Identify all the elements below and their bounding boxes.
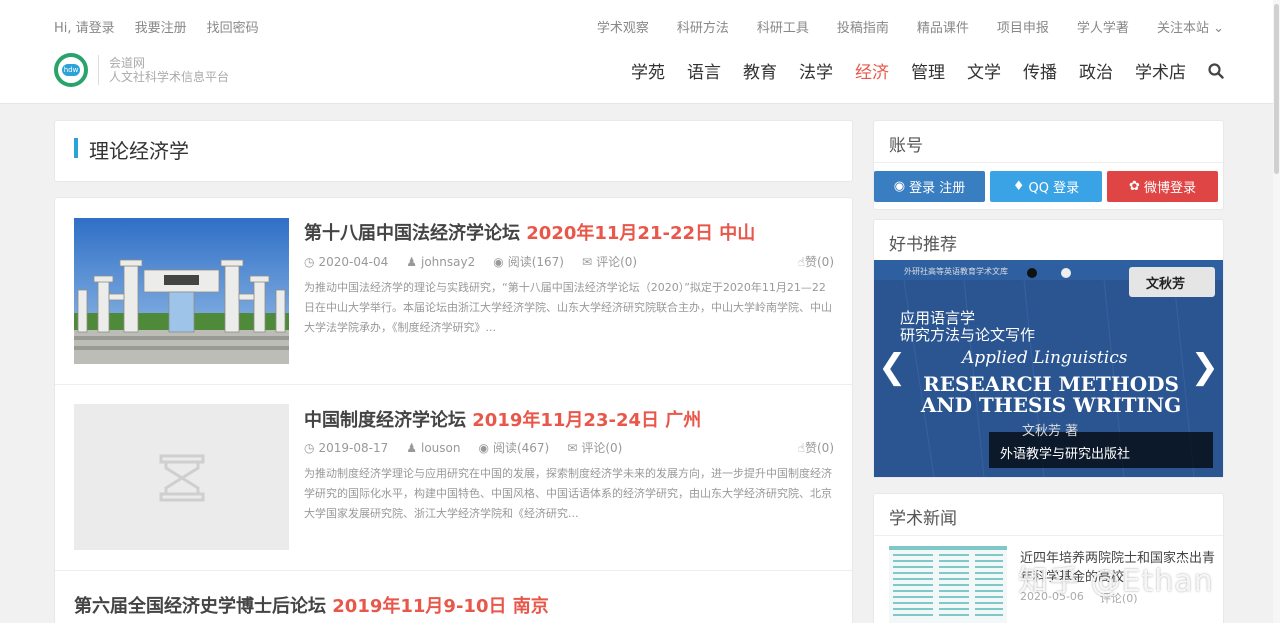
thumbs-up-icon: ☝ [797, 255, 805, 269]
follow-dropdown[interactable]: 关注本站 ⌄ [1157, 17, 1224, 36]
weibo-icon: ✿ [1129, 179, 1140, 194]
scrollbar-thumb[interactable] [1274, 4, 1279, 174]
post-comments: 评论(0) [581, 441, 623, 455]
book-cover-en-title: RESEARCH METHODS AND THESIS WRITING [920, 372, 1182, 417]
login-register-button[interactable]: ◉ 登录 注册 [874, 171, 985, 202]
like-button[interactable]: ☝赞(0) [798, 439, 834, 456]
post-date: 2019-08-17 [318, 440, 389, 455]
book-recommend-panel: 好书推荐 外研社高等英语教育学术文库 文秋芳 应用语言学 研究方法与论文写作 A… [873, 219, 1224, 478]
post-author: johnsay2 [421, 254, 476, 269]
post-excerpt: 为推动中国法经济学的理论与实践研究，“第十八届中国法经济学论坛（2020）”拟定… [304, 281, 832, 334]
top-nav-item[interactable]: 学术观察 [597, 17, 649, 36]
chevron-left-icon[interactable]: ❮ [878, 350, 907, 384]
top-nav-item[interactable]: 学人学著 [1077, 17, 1129, 36]
search-icon[interactable] [1208, 62, 1224, 79]
site-logo[interactable]: hdw 会道网 人文社科学术信息平台 [54, 53, 229, 87]
top-nav-item[interactable]: 科研方法 [677, 17, 729, 36]
reset-password-link[interactable]: 找回密码 [207, 17, 259, 36]
site-header: Hi, 请登录 我要注册 找回密码 学术观察 科研方法 科研工具 投稿指南 精品… [0, 0, 1280, 104]
news-thumbnail[interactable] [889, 546, 1007, 623]
top-nav: 学术观察 科研方法 科研工具 投稿指南 精品课件 项目申报 学人学著 关注本站 … [597, 17, 1224, 36]
post-list: 第十八届中国法经济学论坛 2020年11月21-22日 中山 ◷ 2020-04-… [54, 197, 853, 623]
post-item: 第六届全国经济史学博士后论坛 2019年11月9-10日 南京 [55, 571, 852, 623]
top-nav-item[interactable]: 投稿指南 [837, 17, 889, 36]
post-item: 第十八届中国法经济学论坛 2020年11月21-22日 中山 ◷ 2020-04-… [55, 198, 852, 385]
eye-icon: ◉ [493, 254, 504, 269]
divider [874, 535, 1223, 536]
qq-penguin-icon: ♦ [1012, 179, 1025, 194]
nav-item-faxue[interactable]: 法学 [799, 58, 833, 83]
comment-icon: ✉ [582, 254, 593, 269]
top-nav-item[interactable]: 精品课件 [917, 17, 969, 36]
qq-login-button[interactable]: ♦ QQ 登录 [990, 171, 1102, 202]
post-title[interactable]: 中国制度经济学论坛 2019年11月23-24日 广州 [304, 406, 701, 432]
post-thumbnail-placeholder[interactable] [74, 404, 289, 550]
top-nav-item[interactable]: 项目申报 [997, 17, 1049, 36]
category-title: 理论经济学 [89, 139, 189, 163]
page-scrollbar[interactable] [1273, 0, 1280, 623]
nav-item-xueshudian[interactable]: 学术店 [1135, 58, 1186, 83]
post-excerpt: 为推动制度经济学理论与应用研究在中国的发展，探索制度经济学未来的发展方向，进一步… [304, 467, 832, 520]
wordpress-icon: ◉ [893, 179, 906, 194]
comment-icon: ✉ [567, 440, 578, 455]
category-accent-bar [74, 138, 78, 158]
post-meta: ◷ 2020-04-04 ♟ johnsay2 ◉ 阅读(167) ✉ 评论(0) [304, 253, 637, 270]
book-cover-script-title: Applied Linguistics [962, 348, 1128, 368]
book-author-label: 文秋芳 [1146, 277, 1186, 292]
nav-item-guanli[interactable]: 管理 [911, 58, 945, 83]
nav-item-chuanbo[interactable]: 传播 [1023, 58, 1057, 83]
hourglass-icon [159, 454, 205, 502]
user-links: Hi, 请登录 我要注册 找回密码 [54, 17, 259, 36]
book-series-text: 外研社高等英语教育学术文库 [904, 267, 1008, 276]
main-nav: 学苑 语言 教育 法学 经济 管理 文学 传播 政治 学术店 [631, 58, 1224, 83]
logo-mark: hdw [54, 53, 88, 87]
top-nav-item[interactable]: 科研工具 [757, 17, 809, 36]
post-meta: ◷ 2019-08-17 ♟ louson ◉ 阅读(467) ✉ 评论(0) [304, 439, 622, 456]
post-views: 阅读(467) [492, 441, 550, 455]
news-title: 学术新闻 [889, 509, 957, 529]
chevron-right-icon[interactable]: ❯ [1191, 350, 1220, 384]
category-header: 理论经济学 [54, 120, 853, 182]
post-date: 2020-04-04 [318, 254, 389, 269]
like-button[interactable]: ☝赞(0) [798, 253, 834, 270]
user-icon: ♟ [406, 440, 417, 455]
nav-item-xueyuan[interactable]: 学苑 [631, 58, 665, 83]
clock-icon: ◷ [304, 254, 315, 269]
eye-icon: ◉ [478, 440, 489, 455]
chevron-down-icon: ⌄ [1213, 21, 1224, 36]
account-title: 账号 [889, 136, 923, 156]
account-panel: 账号 ◉ 登录 注册 ♦ QQ 登录 ✿ 微博登录 [873, 120, 1224, 210]
register-link[interactable]: 我要注册 [135, 17, 187, 36]
logo-divider [98, 55, 99, 85]
post-title[interactable]: 第六届全国经济史学博士后论坛 2019年11月9-10日 南京 [74, 592, 549, 618]
weibo-login-button[interactable]: ✿ 微博登录 [1107, 171, 1218, 202]
post-comments: 评论(0) [596, 255, 638, 269]
book-caption: 外语教学与研究出版社 [1000, 447, 1131, 462]
post-thumbnail[interactable] [74, 218, 289, 364]
nav-item-yuyan[interactable]: 语言 [687, 58, 721, 83]
thumbs-up-icon: ☝ [797, 441, 805, 455]
post-author: louson [421, 440, 461, 455]
book-cover-cn-title: 应用语言学 研究方法与论文写作 [900, 309, 1036, 344]
post-views: 阅读(167) [507, 255, 564, 269]
book-cover-author: 文秋芳 著 [1022, 424, 1079, 439]
clock-icon: ◷ [304, 440, 315, 455]
book-carousel[interactable]: 外研社高等英语教育学术文库 文秋芳 应用语言学 研究方法与论文写作 Applie… [874, 260, 1223, 477]
user-icon: ♟ [406, 254, 417, 269]
nav-item-jingji[interactable]: 经济 [855, 58, 889, 83]
post-item: 中国制度经济学论坛 2019年11月23-24日 广州 ◷ 2019-08-17 … [55, 385, 852, 571]
nav-item-zhengzhi[interactable]: 政治 [1079, 58, 1113, 83]
logo-text: 会道网 人文社科学术信息平台 [109, 56, 230, 84]
divider [874, 162, 1223, 163]
nav-item-jiaoyu[interactable]: 教育 [743, 58, 777, 83]
nav-item-wenxue[interactable]: 文学 [967, 58, 1001, 83]
books-title: 好书推荐 [889, 235, 957, 255]
watermark: 知乎 @Ethan [1018, 564, 1214, 599]
login-link[interactable]: Hi, 请登录 [54, 17, 115, 36]
post-title[interactable]: 第十八届中国法经济学论坛 2020年11月21-22日 中山 [304, 219, 755, 245]
